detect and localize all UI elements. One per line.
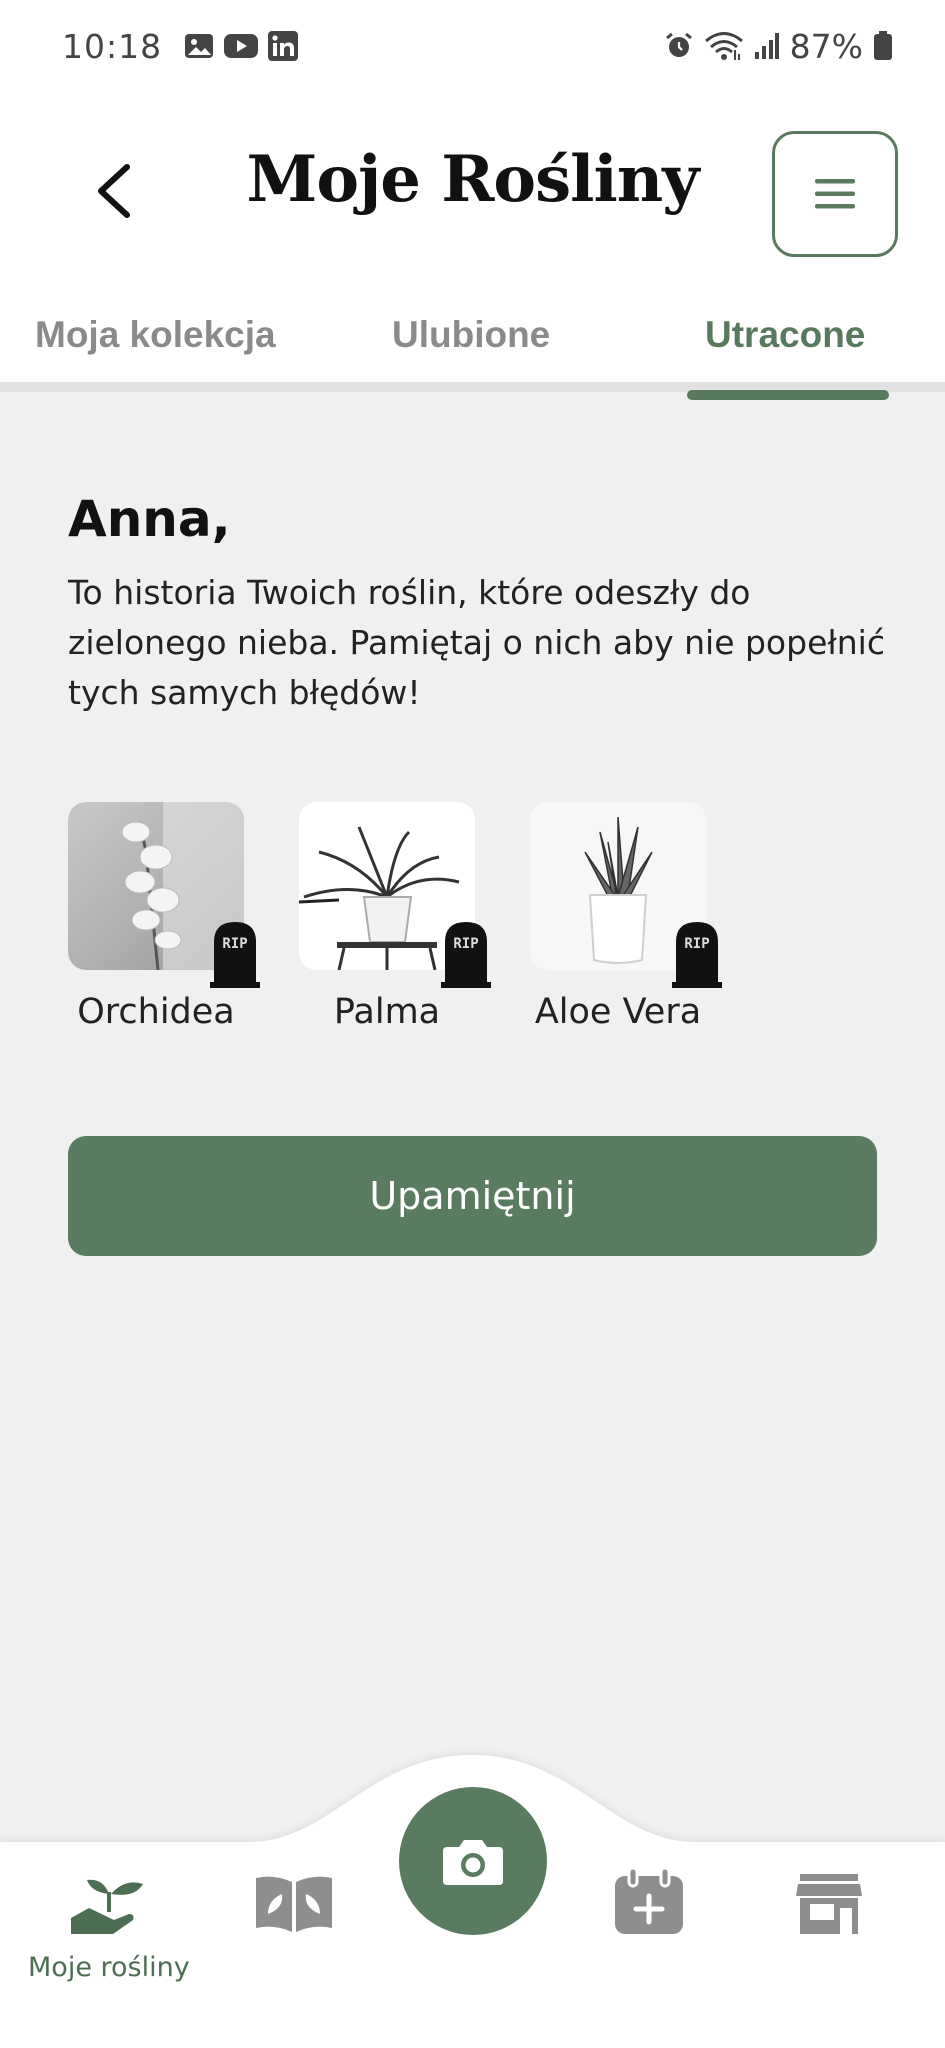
greeting: Anna, bbox=[68, 490, 231, 548]
status-right: 87% bbox=[664, 27, 893, 66]
intro-line: zielonego nieba. Pamiętaj o nich aby nie… bbox=[68, 623, 885, 662]
status-left: 10:18 bbox=[62, 26, 299, 66]
hamburger-menu-icon bbox=[815, 179, 855, 209]
status-bar: 10:18 87% bbox=[0, 0, 945, 92]
battery-icon bbox=[873, 31, 893, 61]
plant-card-palma[interactable]: RIP Palma bbox=[299, 802, 529, 1042]
nav-encyclopedia[interactable] bbox=[256, 1874, 332, 1932]
plant-name: Orchidea bbox=[77, 992, 235, 1032]
tab-utracone[interactable]: Utracone bbox=[705, 314, 865, 356]
camera-button[interactable] bbox=[399, 1787, 547, 1935]
camera-icon bbox=[443, 1840, 503, 1885]
alarm-icon bbox=[664, 31, 694, 61]
plant-name: Aloe Vera bbox=[534, 992, 702, 1032]
status-time: 10:18 bbox=[62, 26, 163, 66]
plant-card-orchidea[interactable]: RIP Orchidea bbox=[68, 802, 298, 1042]
bottom-nav: Moje rośliny bbox=[0, 1740, 945, 2048]
linkedin-icon bbox=[268, 31, 299, 61]
tab-ulubione[interactable]: Ulubione bbox=[392, 314, 550, 356]
signal-icon bbox=[754, 32, 780, 60]
wifi-icon bbox=[704, 30, 744, 62]
tab-bar: Moja kolekcja Ulubione Utracone bbox=[0, 300, 945, 392]
svg-text:RIP: RIP bbox=[684, 936, 709, 952]
nav-moje-rosliny[interactable]: Moje rośliny bbox=[28, 1878, 190, 1983]
intro-line: To historia Twoich roślin, które odeszły… bbox=[68, 573, 751, 612]
plant-name: Palma bbox=[333, 992, 441, 1032]
lost-plants-list: RIP Orchidea RIP Palma RIP Aloe Vera bbox=[68, 802, 888, 1042]
store-icon bbox=[796, 1874, 862, 1934]
active-tab-indicator bbox=[687, 390, 889, 400]
nav-calendar[interactable] bbox=[615, 1868, 683, 1934]
plant-hand-icon bbox=[70, 1879, 143, 1934]
rip-tombstone-icon: RIP bbox=[672, 922, 722, 988]
upamietnij-button[interactable]: Upamiętnij bbox=[68, 1136, 877, 1256]
book-icon bbox=[256, 1876, 332, 1932]
intro-line: tych samych błędów! bbox=[68, 673, 421, 712]
plant-card-aloe-vera[interactable]: RIP Aloe Vera bbox=[530, 802, 760, 1042]
intro-text: To historia Twoich roślin, które odeszły… bbox=[68, 568, 888, 718]
tab-moja-kolekcja[interactable]: Moja kolekcja bbox=[35, 314, 276, 356]
header: Moje Rośliny bbox=[0, 130, 945, 258]
battery-percent: 87% bbox=[789, 26, 863, 66]
svg-text:RIP: RIP bbox=[453, 936, 478, 952]
menu-button[interactable] bbox=[772, 131, 898, 257]
nav-store[interactable] bbox=[796, 1874, 862, 1934]
youtube-icon bbox=[224, 33, 259, 59]
gallery-icon bbox=[184, 31, 214, 61]
calendar-add-icon bbox=[615, 1868, 683, 1934]
rip-tombstone-icon: RIP bbox=[210, 922, 260, 988]
nav-label: Moje rośliny bbox=[28, 1952, 190, 1983]
rip-tombstone-icon: RIP bbox=[441, 922, 491, 988]
svg-text:RIP: RIP bbox=[222, 936, 247, 952]
